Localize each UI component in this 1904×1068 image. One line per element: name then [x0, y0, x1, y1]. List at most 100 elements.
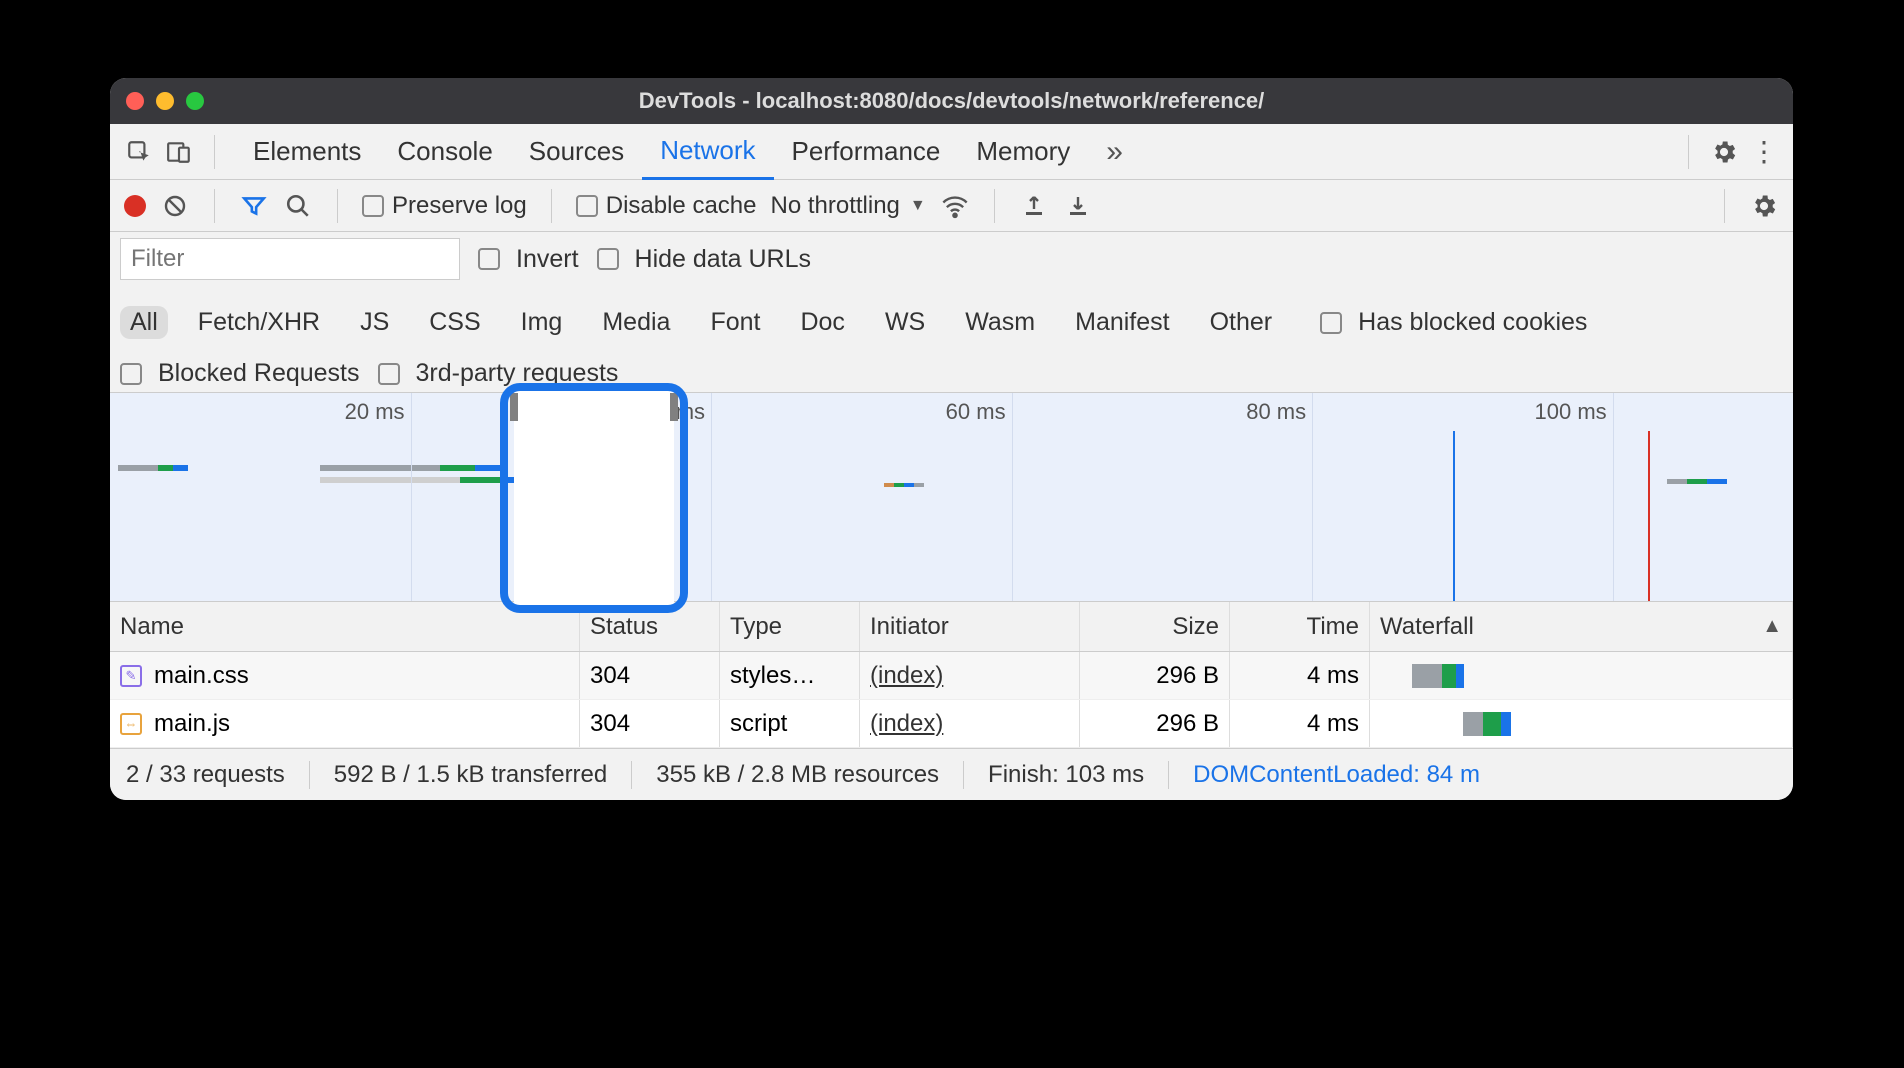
import-har-icon[interactable]: [1019, 191, 1049, 221]
blocked-requests-checkbox[interactable]: Blocked Requests: [120, 359, 360, 388]
column-header-type[interactable]: Type: [720, 602, 860, 651]
resource-type-pills: All Fetch/XHR JS CSS Img Media Font Doc WS Wasm Ma…: [120, 306, 1282, 339]
cell-initiator[interactable]: (index): [870, 662, 943, 690]
cell-waterfall: [1370, 700, 1793, 747]
network-settings-gear-icon[interactable]: [1749, 191, 1779, 221]
overview-gridline: [411, 393, 412, 601]
filter-input[interactable]: [120, 238, 460, 280]
resource-type-wasm[interactable]: Wasm: [955, 306, 1045, 339]
cell-initiator[interactable]: (index): [870, 710, 943, 738]
hide-data-urls-checkbox[interactable]: Hide data URLs: [597, 245, 811, 274]
column-header-status[interactable]: Status: [580, 602, 720, 651]
column-header-initiator[interactable]: Initiator: [860, 602, 1080, 651]
search-icon[interactable]: [283, 191, 313, 221]
status-transferred: 592 B / 1.5 kB transferred: [310, 761, 632, 789]
blocked-requests-label: Blocked Requests: [158, 359, 360, 388]
third-party-checkbox[interactable]: 3rd-party requests: [378, 359, 619, 388]
waterfall-segment: [1483, 712, 1501, 736]
close-window-button[interactable]: [126, 92, 144, 110]
preserve-log-checkbox[interactable]: Preserve log: [362, 192, 527, 220]
overflow-tabs-button[interactable]: »: [1098, 124, 1131, 180]
resource-type-font[interactable]: Font: [700, 306, 770, 339]
tab-network[interactable]: Network: [642, 124, 773, 180]
resource-type-img[interactable]: Img: [511, 306, 573, 339]
cell-size: 296 B: [1156, 710, 1219, 738]
tab-sources[interactable]: Sources: [511, 124, 642, 180]
tab-console[interactable]: Console: [379, 124, 510, 180]
table-row[interactable]: ⇔main.js304script(index)296 B4 ms: [110, 700, 1793, 748]
has-blocked-cookies-checkbox[interactable]: Has blocked cookies: [1320, 308, 1587, 337]
window-titlebar: DevTools - localhost:8080/docs/devtools/…: [110, 78, 1793, 124]
preserve-log-label: Preserve log: [392, 192, 527, 220]
separator: [551, 189, 552, 223]
overview-selection[interactable]: [514, 391, 674, 605]
separator: [994, 189, 995, 223]
separator: [1688, 135, 1689, 169]
status-requests: 2 / 33 requests: [126, 761, 310, 789]
filter-toggle-icon[interactable]: [239, 191, 269, 221]
waterfall-segment: [1442, 664, 1456, 688]
selection-handle-left[interactable]: [510, 393, 518, 421]
overview-tick-label: 80 ms: [1246, 399, 1312, 425]
tab-elements[interactable]: Elements: [235, 124, 379, 180]
column-header-size[interactable]: Size: [1080, 602, 1230, 651]
timeline-overview[interactable]: 20 ms40 ms60 ms80 ms100 ms: [110, 392, 1793, 602]
waterfall-segment: [1456, 664, 1464, 688]
more-menu-icon[interactable]: ⋮: [1749, 137, 1779, 167]
domcontentloaded-marker: [1453, 431, 1455, 601]
resource-type-js[interactable]: JS: [350, 306, 399, 339]
status-bar: 2 / 33 requests 592 B / 1.5 kB transferr…: [110, 748, 1793, 800]
zoom-window-button[interactable]: [186, 92, 204, 110]
cell-waterfall: [1370, 652, 1793, 699]
selection-handle-right[interactable]: [670, 393, 678, 421]
filter-bar: Invert Hide data URLs All Fetch/XHR JS CSS I…: [110, 232, 1793, 392]
resource-type-manifest[interactable]: Manifest: [1065, 306, 1179, 339]
column-header-name[interactable]: Name: [110, 602, 580, 651]
separator: [1724, 189, 1725, 223]
hide-data-urls-label: Hide data URLs: [635, 245, 811, 274]
column-header-time[interactable]: Time: [1230, 602, 1370, 651]
invert-label: Invert: [516, 245, 579, 274]
minimize-window-button[interactable]: [156, 92, 174, 110]
css-file-icon: ✎: [120, 665, 142, 687]
resource-type-css[interactable]: CSS: [419, 306, 490, 339]
settings-gear-icon[interactable]: [1709, 137, 1739, 167]
disable-cache-label: Disable cache: [606, 192, 757, 220]
status-resources: 355 kB / 2.8 MB resources: [632, 761, 964, 789]
resource-type-other[interactable]: Other: [1200, 306, 1283, 339]
tab-memory[interactable]: Memory: [958, 124, 1088, 180]
throttling-dropdown[interactable]: No throttling ▼: [770, 192, 925, 220]
inspect-element-icon[interactable]: [124, 137, 154, 167]
status-domcontentloaded: DOMContentLoaded: 84 m: [1169, 761, 1504, 789]
table-row[interactable]: ✎main.css304styles…(index)296 B4 ms: [110, 652, 1793, 700]
overview-tick-label: 60 ms: [946, 399, 1012, 425]
clear-log-icon[interactable]: [160, 191, 190, 221]
network-conditions-icon[interactable]: [940, 191, 970, 221]
device-toolbar-icon[interactable]: [164, 137, 194, 167]
column-header-waterfall[interactable]: Waterfall▲: [1370, 602, 1793, 651]
cell-status: 304: [590, 662, 630, 690]
resource-type-all[interactable]: All: [120, 306, 168, 339]
separator: [214, 135, 215, 169]
overview-gridline: [1012, 393, 1013, 601]
panel-tabstrip: ElementsConsoleSourcesNetworkPerformance…: [110, 124, 1793, 180]
window-title: DevTools - localhost:8080/docs/devtools/…: [110, 88, 1793, 114]
resource-type-doc[interactable]: Doc: [790, 306, 854, 339]
waterfall-segment: [1463, 712, 1483, 736]
invert-checkbox[interactable]: Invert: [478, 245, 579, 274]
overview-tick-label: 100 ms: [1535, 399, 1613, 425]
throttling-value: No throttling: [770, 192, 899, 220]
disable-cache-checkbox[interactable]: Disable cache: [576, 192, 757, 220]
resource-type-ws[interactable]: WS: [875, 306, 935, 339]
has-blocked-cookies-label: Has blocked cookies: [1358, 308, 1587, 337]
resource-type-media[interactable]: Media: [592, 306, 680, 339]
devtools-window: DevTools - localhost:8080/docs/devtools/…: [110, 78, 1793, 800]
tab-performance[interactable]: Performance: [774, 124, 959, 180]
record-button[interactable]: [124, 195, 146, 217]
cell-type: styles…: [730, 662, 815, 690]
traffic-lights: [126, 92, 204, 110]
load-event-marker: [1648, 431, 1650, 601]
resource-type-fetch-xhr[interactable]: Fetch/XHR: [188, 306, 330, 339]
cell-name: main.js: [154, 710, 230, 738]
export-har-icon[interactable]: [1063, 191, 1093, 221]
